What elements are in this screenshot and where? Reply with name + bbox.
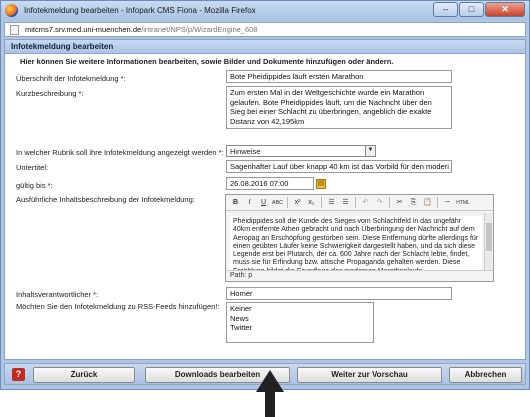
summary-label: Kurzbeschreibung *: xyxy=(16,89,84,98)
headline-input[interactable]: Bote Pheidippides läuft ersten Marathon xyxy=(226,70,452,83)
toolbar-divider xyxy=(321,197,322,208)
html-source-button[interactable]: HTML xyxy=(455,197,471,209)
responsible-input[interactable]: Homer xyxy=(226,287,452,300)
rss-option[interactable]: News xyxy=(230,314,370,324)
editor-scrollbar[interactable] xyxy=(484,213,492,271)
rss-option[interactable]: Keiner xyxy=(230,304,370,314)
subscript-button[interactable]: x₂ xyxy=(305,197,318,209)
valid-until-label: gültig bis *: xyxy=(16,181,53,190)
pointer-arrow-icon xyxy=(256,370,284,392)
rss-label: Möchten Sie den Infotekmeldung zu RSS-Fe… xyxy=(16,302,220,311)
calendar-icon[interactable]: ▤ xyxy=(316,179,326,189)
maximize-button[interactable]: □ xyxy=(459,2,484,17)
editor-body[interactable]: Pheidippides soll die Kunde des Sieges v… xyxy=(230,216,482,271)
category-selected: Hinweise xyxy=(230,147,261,156)
rss-listbox[interactable]: Keiner News Twitter xyxy=(226,302,374,343)
copy-button[interactable]: ⎘ xyxy=(407,197,420,209)
browser-window: Infotekmeldung bearbeiten - Infopark CMS… xyxy=(0,0,530,390)
window-title: Infotekmeldung bearbeiten - Infopark CMS… xyxy=(24,6,256,15)
underline-button[interactable]: U xyxy=(257,197,270,209)
close-button[interactable]: ✕ xyxy=(485,2,525,17)
url-host: mitcms7.srv.med.uni-muenchen.de xyxy=(25,25,142,34)
editor-path: Path: p xyxy=(226,270,493,281)
italic-button[interactable]: I xyxy=(243,197,256,209)
toolbar-divider xyxy=(437,197,438,208)
category-label: In welcher Rubrik soll ihre Infotekmeldu… xyxy=(16,148,224,157)
window-controls: – □ ✕ xyxy=(433,2,525,17)
paste-button[interactable]: 📋 xyxy=(421,197,434,209)
redo-button[interactable]: ↷ xyxy=(373,197,386,209)
help-icon[interactable]: ? xyxy=(12,368,25,381)
superscript-button[interactable]: x² xyxy=(291,197,304,209)
valid-until-input[interactable]: 26.08.2016 07:00 xyxy=(226,177,314,190)
cut-button[interactable]: ✂ xyxy=(393,197,406,209)
preview-button[interactable]: Weiter zur Vorschau xyxy=(297,367,442,383)
category-select[interactable]: Hinweise ▼ xyxy=(226,145,376,157)
form-info-text: Hier können Sie weitere Informationen be… xyxy=(20,57,394,66)
rss-option[interactable]: Twitter xyxy=(230,323,370,333)
address-bar[interactable]: mitcms7.srv.med.uni-muenchen.de /intrane… xyxy=(4,22,526,37)
subtitle-label: Untertitel: xyxy=(16,163,49,172)
firefox-icon xyxy=(5,4,18,17)
horizontal-rule-button[interactable]: ─ xyxy=(441,197,454,209)
strikethrough-button[interactable]: ABC xyxy=(271,197,284,209)
headline-label: Überschrift der Infotekmeldung *: xyxy=(16,74,126,83)
pointer-arrow-stem xyxy=(265,392,275,417)
title-bar: Infotekmeldung bearbeiten - Infopark CMS… xyxy=(1,1,529,20)
form-header: Infotekmeldung bearbeiten xyxy=(5,40,525,54)
rich-text-editor: B I U ABC x² x₂ ☰ ☰ ↶ ↷ ✂ ⎘ 📋 ─ HTML Phe… xyxy=(225,194,494,282)
cancel-button[interactable]: Abbrechen xyxy=(449,367,522,383)
back-button[interactable]: Zurück xyxy=(33,367,135,383)
editor-toolbar: B I U ABC x² x₂ ☰ ☰ ↶ ↷ ✂ ⎘ 📋 ─ HTML xyxy=(226,195,493,211)
description-label: Ausführliche Inhaltsbeschreibung der Inf… xyxy=(16,195,195,204)
toolbar-divider xyxy=(355,197,356,208)
undo-button[interactable]: ↶ xyxy=(359,197,372,209)
bold-button[interactable]: B xyxy=(229,197,242,209)
bullet-list-button[interactable]: ☰ xyxy=(325,197,338,209)
toolbar-divider xyxy=(389,197,390,208)
scrollbar-thumb[interactable] xyxy=(486,223,492,251)
subtitle-input[interactable]: Sagenhafter Lauf über knapp 40 km ist da… xyxy=(226,160,452,173)
numbered-list-button[interactable]: ☰ xyxy=(339,197,352,209)
url-path: /intranet/NPS/p/WizardEngine_608 xyxy=(141,25,258,34)
toolbar-divider xyxy=(287,197,288,208)
chevron-down-icon[interactable]: ▼ xyxy=(365,146,375,156)
responsible-label: Inhaltsverantwortlicher *: xyxy=(16,290,99,299)
summary-textarea[interactable]: Zum ersten Mal in der Weltgeschichte wur… xyxy=(226,86,452,129)
minimize-button[interactable]: – xyxy=(433,2,458,17)
page-icon xyxy=(10,24,19,35)
